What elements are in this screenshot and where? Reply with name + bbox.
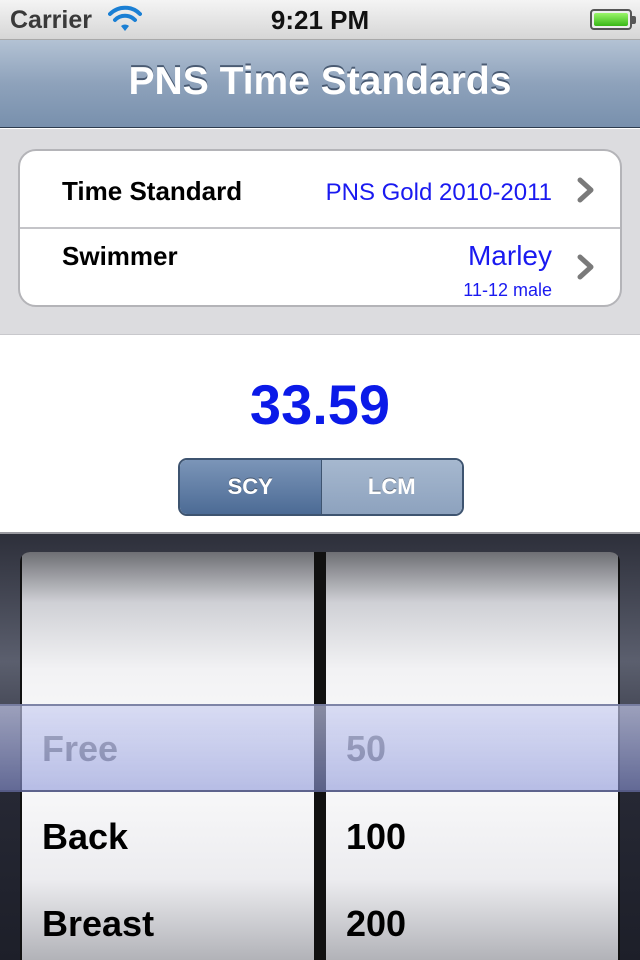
event-picker: Free Back Breast 50 100 200 bbox=[0, 534, 640, 960]
chevron-right-icon bbox=[577, 177, 594, 203]
stroke-wheel[interactable]: Free Back Breast bbox=[22, 552, 314, 960]
time-standard-value: PNS Gold 2010-2011 bbox=[325, 179, 552, 206]
chevron-right-icon bbox=[577, 254, 594, 280]
distance-wheel[interactable]: 50 100 200 bbox=[326, 552, 618, 960]
status-bar: Carrier 9:21 PM bbox=[0, 0, 640, 40]
page-title: PNS Time Standards bbox=[128, 60, 512, 103]
time-standard-label: Time Standard bbox=[62, 176, 243, 206]
picker-frame: Free Back Breast 50 100 200 bbox=[20, 552, 620, 960]
stroke-option[interactable]: Breast bbox=[42, 903, 154, 945]
swimmer-label: Swimmer bbox=[62, 241, 178, 271]
swimmer-age-gender: 11-12 male bbox=[463, 280, 552, 300]
swimmer-row[interactable]: Swimmer Marley 11-12 male bbox=[20, 229, 620, 305]
segment-scy[interactable]: SCY bbox=[180, 460, 322, 514]
course-segmented-control: SCY LCM bbox=[178, 458, 464, 516]
settings-table: Time Standard PNS Gold 2010-2011 Swimmer… bbox=[0, 129, 640, 335]
distance-option[interactable]: 200 bbox=[346, 903, 406, 945]
battery-level bbox=[594, 13, 628, 26]
segment-lcm[interactable]: LCM bbox=[321, 460, 462, 514]
standard-time-value: 33.59 bbox=[249, 373, 391, 436]
stroke-option[interactable]: Free bbox=[42, 728, 118, 770]
navigation-bar: PNS Time Standards bbox=[0, 40, 640, 128]
distance-option[interactable]: 100 bbox=[346, 816, 406, 858]
distance-option[interactable]: 50 bbox=[346, 728, 386, 770]
table-group: Time Standard PNS Gold 2010-2011 Swimmer… bbox=[18, 149, 622, 307]
battery-icon bbox=[590, 9, 636, 30]
time-standard-row[interactable]: Time Standard PNS Gold 2010-2011 bbox=[20, 151, 620, 229]
stroke-option[interactable]: Back bbox=[42, 816, 128, 858]
swimmer-name: Marley bbox=[467, 240, 552, 271]
status-clock: 9:21 PM bbox=[270, 5, 370, 35]
